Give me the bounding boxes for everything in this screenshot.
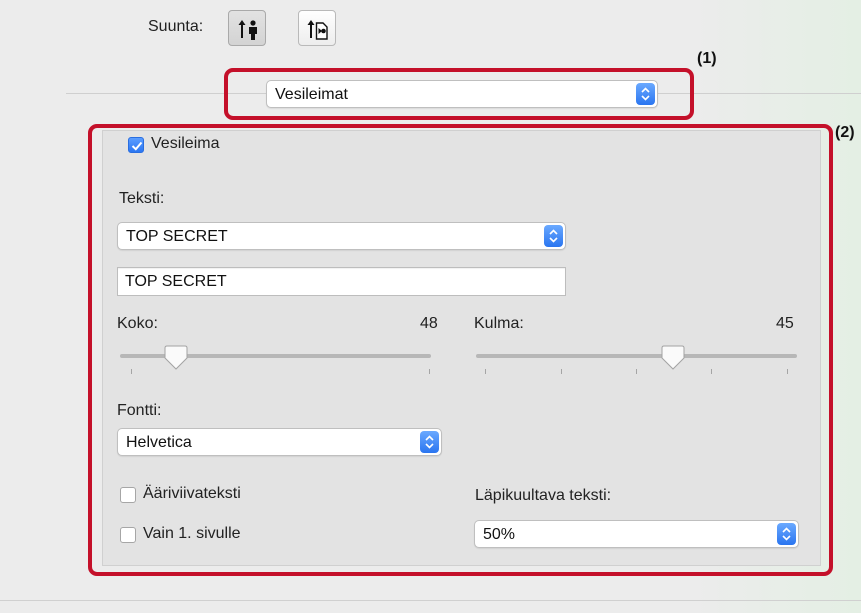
portrait-orientation-icon bbox=[238, 20, 257, 40]
callout-label-1: (1) bbox=[697, 50, 717, 67]
landscape-orientation-button[interactable] bbox=[298, 10, 336, 46]
callout-box-2 bbox=[88, 124, 833, 576]
portrait-orientation-button[interactable] bbox=[228, 10, 266, 46]
bottom-separator bbox=[0, 600, 861, 601]
landscape-orientation-icon bbox=[307, 20, 328, 40]
callout-box-1 bbox=[224, 68, 694, 120]
callout-label-2: (2) bbox=[835, 124, 855, 141]
orientation-label: Suunta: bbox=[148, 18, 204, 35]
